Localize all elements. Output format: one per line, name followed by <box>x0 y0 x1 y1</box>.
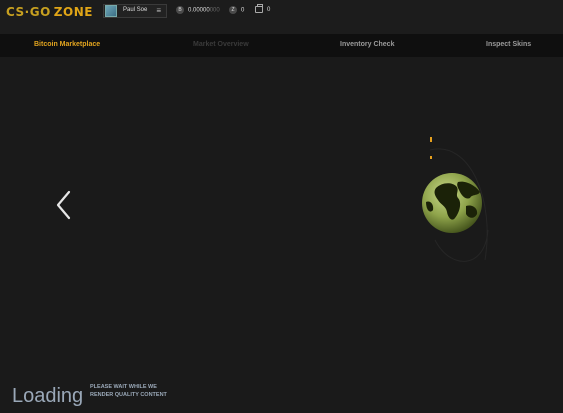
chevron-left-icon[interactable] <box>55 190 73 220</box>
z-icon: Z <box>229 6 237 14</box>
globe-icon <box>422 137 489 262</box>
bag-icon <box>255 4 263 13</box>
bag-counter[interactable]: 0 <box>255 4 270 16</box>
avatar[interactable] <box>105 5 117 17</box>
main-nav: Bitcoin Marketplace Market Overview Inve… <box>0 34 563 57</box>
nav-inventory-check[interactable]: Inventory Check <box>340 41 394 48</box>
top-bar: CS·GO ZONE Paul Soe ≡ B 0.00000000 Z0 0 <box>0 0 563 34</box>
hamburger-menu-icon[interactable]: ≡ <box>156 6 161 15</box>
user-name: Paul Soe <box>123 7 148 13</box>
z-counter: Z0 <box>229 6 244 16</box>
nav-bitcoin-marketplace[interactable]: Bitcoin Marketplace <box>34 41 100 48</box>
nav-inspect-skins[interactable]: Inspect Skins <box>486 41 531 48</box>
nav-market-overview[interactable]: Market Overview <box>193 41 249 48</box>
user-menu[interactable]: Paul Soe ≡ <box>103 4 167 18</box>
bitcoin-icon: B <box>176 6 184 14</box>
site-logo[interactable]: CS·GO ZONE <box>6 5 93 19</box>
loading-note: PLEASE WAIT WHILE WE RENDER QUALITY CONT… <box>90 384 167 398</box>
loading-title: Loading <box>12 385 84 407</box>
bitcoin-balance: B 0.00000000 <box>176 6 220 16</box>
